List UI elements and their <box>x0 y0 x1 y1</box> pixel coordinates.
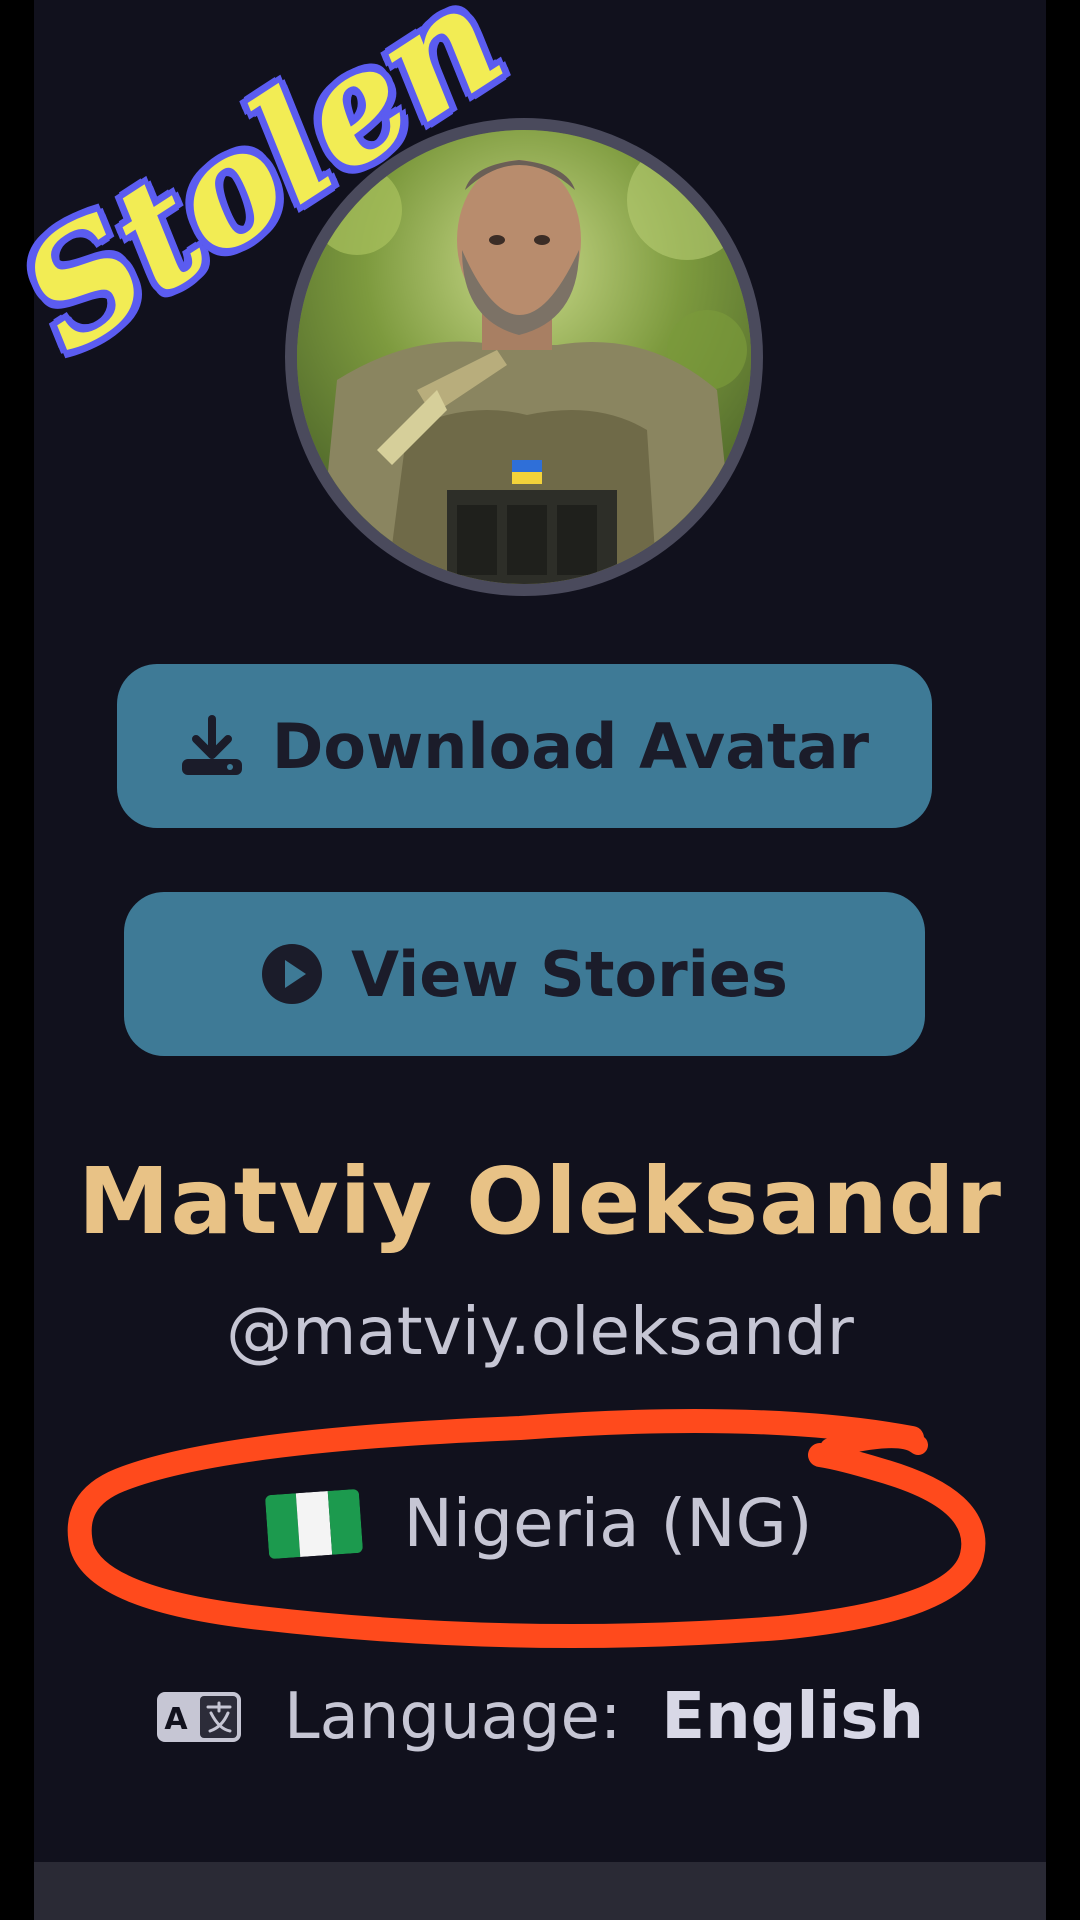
view-stories-button[interactable]: View Stories <box>124 892 925 1056</box>
username: @matviy.oleksandr <box>226 1293 854 1370</box>
play-icon <box>261 943 323 1005</box>
svg-text:A: A <box>164 1702 188 1737</box>
country-row: Nigeria (NG) <box>0 1485 1080 1562</box>
language-label: Language: <box>283 1680 622 1754</box>
bottom-bar <box>34 1862 1046 1920</box>
download-avatar-label: Download Avatar <box>271 709 870 783</box>
view-stories-label: View Stories <box>351 937 788 1011</box>
download-avatar-button[interactable]: Download Avatar <box>117 664 932 828</box>
download-icon <box>180 715 244 777</box>
language-row: A Language: English <box>0 1680 1080 1754</box>
country-label: Nigeria (NG) <box>403 1485 813 1562</box>
language-value: English <box>661 1680 925 1754</box>
nigeria-flag-icon <box>265 1488 364 1559</box>
translate-icon: A <box>156 1691 242 1743</box>
screen: Download Avatar View Stories Matviy Olek… <box>0 0 1080 1920</box>
display-name: Matviy Oleksandr <box>77 1148 1002 1255</box>
